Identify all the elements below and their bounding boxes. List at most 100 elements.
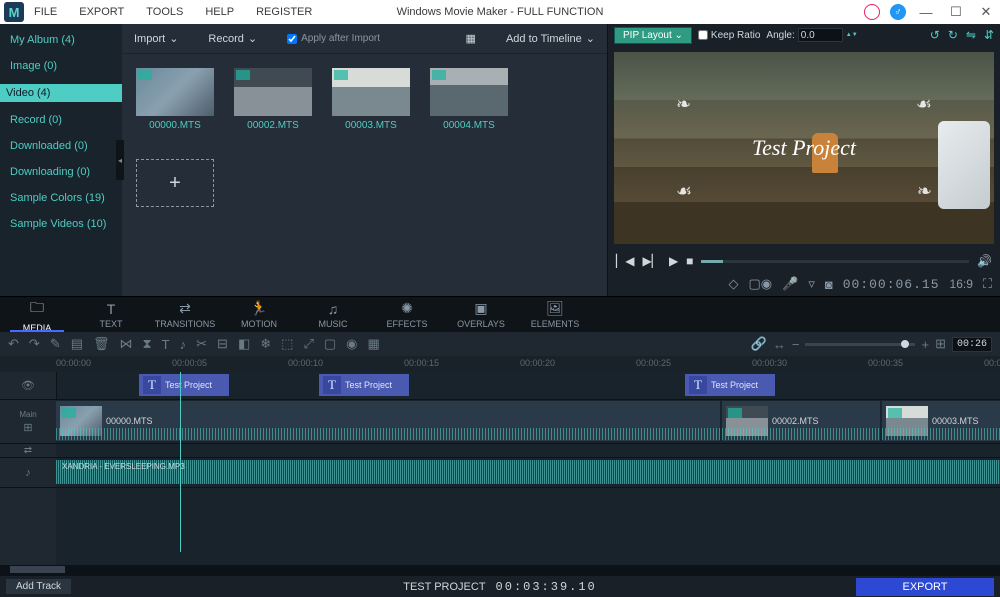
next-frame-icon[interactable]: ▶▏ [642,254,660,268]
eye-icon[interactable]: 👁 [21,379,35,392]
color-icon[interactable]: ◧ [238,336,250,352]
video-clip[interactable]: 00002.MTS [722,401,880,441]
sidebar-item-sample-colors[interactable]: Sample Colors (19) [10,190,112,206]
flip-h-icon[interactable]: ⇋ [966,28,976,42]
menu-register[interactable]: REGISTER [256,6,312,18]
menu-help[interactable]: HELP [205,6,234,18]
music-track-icon[interactable]: ♪ [25,467,31,479]
menu-export[interactable]: EXPORT [79,6,124,18]
sidebar-item-video[interactable]: Video (4) [0,84,122,102]
text-clip[interactable]: TTest Project [685,374,775,396]
timeline-scrollbar[interactable] [0,565,1000,575]
tool-elements[interactable]: 🖼ELEMENTS [518,297,592,332]
sidebar-item-sample-videos[interactable]: Sample Videos (10) [10,216,112,232]
split-icon[interactable]: ✂ [196,336,207,352]
close-icon[interactable]: ✕ [976,2,996,22]
undo-icon[interactable]: ↶ [8,336,19,352]
playhead[interactable] [180,372,181,552]
resize-icon[interactable]: ⤢ [303,336,313,352]
play-icon[interactable]: ▶ [669,254,678,268]
zoom-slider[interactable] [805,343,915,346]
tool-overlays[interactable]: ▣OVERLAYS [444,297,518,332]
cut-icon[interactable]: ⊟ [217,336,228,352]
rotate-left-icon[interactable]: ↺ [930,28,940,42]
camera-record-icon[interactable]: ▢◉ [748,276,772,292]
minimize-icon[interactable]: — [916,2,936,22]
sidebar-item-downloading[interactable]: Downloading (0) [10,164,112,180]
import-button[interactable]: Import ⌄ [134,32,178,45]
sidebar-item-downloaded[interactable]: Downloaded (0) [10,138,112,154]
volume-adjust-icon[interactable]: ♪ [180,337,187,352]
text-overlay-icon[interactable]: T [162,337,170,352]
audio-clip[interactable]: XANDRIA - EVERSLEEPING.MP3 [56,460,1000,484]
flip-v-icon[interactable]: ⇵ [984,28,994,42]
menu-tools[interactable]: TOOLS [146,6,183,18]
magnet-icon[interactable]: ⋈ [120,336,133,352]
pip-layout-button[interactable]: PIP Layout ⌄ [614,27,692,44]
video-clip[interactable]: 00003.MTS [882,401,1000,441]
zoom-fit-icon[interactable]: ↔ [773,337,786,352]
app-logo: M [4,2,24,22]
apply-after-import-checkbox[interactable]: Apply after Import [287,33,380,44]
zoom-level-icon[interactable]: ⊞ [935,336,946,352]
text-clip[interactable]: TTest Project [319,374,409,396]
export-button[interactable]: EXPORT [856,578,994,596]
speed-icon[interactable]: ⧗ [143,336,152,352]
media-thumb[interactable]: 00002.MTS [234,68,312,131]
add-track-button[interactable]: Add Track [6,579,71,594]
add-media-button[interactable]: + [136,159,214,207]
link-icon[interactable]: 🔗 [751,336,767,352]
text-clip[interactable]: TTest Project [139,374,229,396]
angle-stepper[interactable]: ▲▼ [846,32,858,38]
keep-ratio-checkbox[interactable]: Keep Ratio [698,30,760,41]
transitions-track-icon[interactable]: ⇄ [24,445,32,456]
record-button[interactable]: Record ⌄ [208,32,257,45]
video-clip[interactable]: 00000.MTS [56,401,720,441]
sidebar-collapse-icon[interactable]: ◂ [116,140,124,180]
playback-slider[interactable] [701,260,969,263]
zoom-out-icon[interactable]: − [792,337,800,352]
aspect-ratio[interactable]: 16:9 [950,277,973,291]
tool-music[interactable]: ♫MUSIC [296,297,370,332]
volume-icon[interactable]: 🔊 [977,254,992,268]
media-thumb[interactable]: 00000.MTS [136,68,214,131]
fullscreen-icon[interactable]: ⛶ [983,276,992,292]
grid-icon[interactable]: ▦ [367,336,379,352]
delete-icon[interactable]: 🗑 [93,336,110,352]
crop-icon[interactable]: ⬚ [281,336,293,352]
timeline-ruler[interactable]: 00:00:00 00:00:05 00:00:10 00:00:15 00:0… [0,356,1000,372]
tool-effects[interactable]: ✺EFFECTS [370,297,444,332]
rotate-right-icon[interactable]: ↻ [948,28,958,42]
thumbnails-view-icon[interactable]: ▦ [466,32,476,45]
tool-text[interactable]: TTEXT [74,297,148,332]
color-dropper-icon[interactable]: ◇ [728,276,738,292]
add-sub-track-icon[interactable]: ⊞ [23,421,32,434]
redo-icon[interactable]: ↷ [29,336,40,352]
account-icon[interactable] [864,4,880,20]
edit-icon[interactable]: ✎ [50,336,61,352]
maximize-icon[interactable]: ☐ [946,2,966,22]
stop-icon[interactable]: ■ [686,254,693,268]
vid-icon[interactable]: ▢ [324,336,336,352]
mic-icon[interactable]: 🎤 [782,276,798,292]
gender-icon[interactable]: ♂ [890,4,906,20]
add-to-timeline-button[interactable]: Add to Timeline ⌄ [506,32,595,45]
sidebar-item-record[interactable]: Record (0) [10,112,112,128]
media-thumb[interactable]: 00003.MTS [332,68,410,131]
tool-transitions[interactable]: ⇄TRANSITIONS [148,297,222,332]
sidebar-item-my-album[interactable]: My Album (4) [10,32,112,48]
freeze-icon[interactable]: ❄ [260,336,271,352]
media-thumb[interactable]: 00004.MTS [430,68,508,131]
layers-icon[interactable]: ▤ [71,336,83,352]
snapshot-icon[interactable]: ◙ [825,277,833,292]
tool-motion[interactable]: 🏃MOTION [222,297,296,332]
record-icon[interactable]: ◉ [346,336,357,352]
angle-input[interactable] [798,28,843,42]
marker-icon[interactable]: ▿ [808,276,815,292]
zoom-in-icon[interactable]: + [921,337,929,352]
preview-video[interactable]: ❧ ☙ ☙ ❧ Test Project [614,52,994,244]
tool-media[interactable]: 🗀MEDIA [0,297,74,332]
sidebar-item-image[interactable]: Image (0) [10,58,112,74]
prev-frame-icon[interactable]: ▏◀ [616,254,634,268]
menu-file[interactable]: FILE [34,6,57,18]
